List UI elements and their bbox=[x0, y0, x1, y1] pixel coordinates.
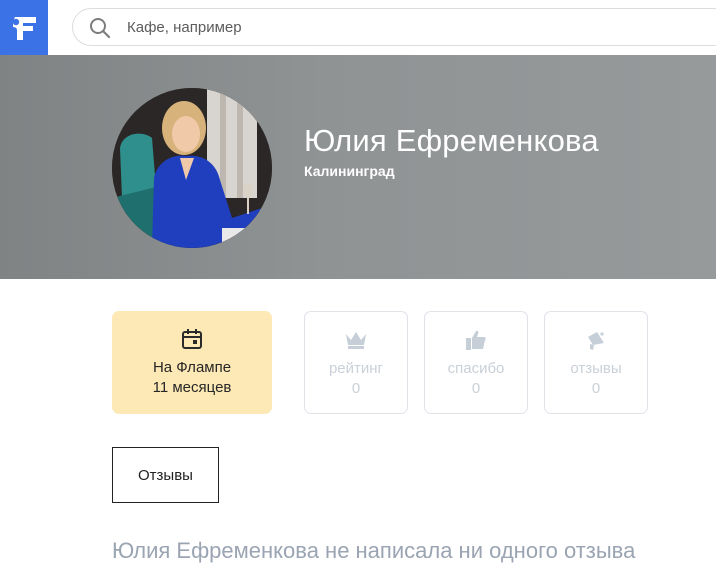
search-icon[interactable] bbox=[89, 17, 111, 39]
megaphone-icon bbox=[584, 329, 608, 351]
stat-thanks-label: спасибо bbox=[447, 360, 505, 377]
avatar bbox=[112, 88, 272, 248]
tab-reviews[interactable]: Отзывы bbox=[112, 447, 219, 503]
search-input[interactable] bbox=[127, 9, 667, 45]
user-city: Калининград bbox=[304, 163, 395, 179]
stat-reviews[interactable]: отзывы 0 bbox=[544, 311, 648, 414]
stat-on-flamp: На Флампе 11 месяцев bbox=[112, 311, 272, 414]
stat-rating-value: 0 bbox=[351, 380, 361, 397]
stat-rating-label: рейтинг bbox=[328, 360, 384, 377]
stat-on-flamp-value: 11 месяцев bbox=[152, 379, 232, 396]
flamp-logo-icon[interactable] bbox=[0, 0, 48, 55]
user-name: Юлия Ефременкова bbox=[304, 123, 599, 158]
stat-thanks-value: 0 bbox=[471, 380, 481, 397]
crown-icon bbox=[344, 329, 368, 351]
stat-rating[interactable]: рейтинг 0 bbox=[304, 311, 408, 414]
calendar-icon bbox=[180, 328, 204, 350]
stat-thanks[interactable]: спасибо 0 bbox=[424, 311, 528, 414]
profile-banner: Юлия Ефременкова Калининград bbox=[0, 55, 716, 279]
search-bar[interactable] bbox=[72, 8, 716, 46]
stat-reviews-value: 0 bbox=[591, 380, 601, 397]
top-header bbox=[0, 0, 716, 55]
stat-reviews-label: отзывы bbox=[570, 360, 622, 377]
thumbs-up-icon bbox=[464, 329, 488, 351]
empty-reviews-message: Юлия Ефременкова не написала ни одного о… bbox=[112, 538, 636, 563]
stat-on-flamp-label: На Флампе bbox=[152, 359, 232, 376]
